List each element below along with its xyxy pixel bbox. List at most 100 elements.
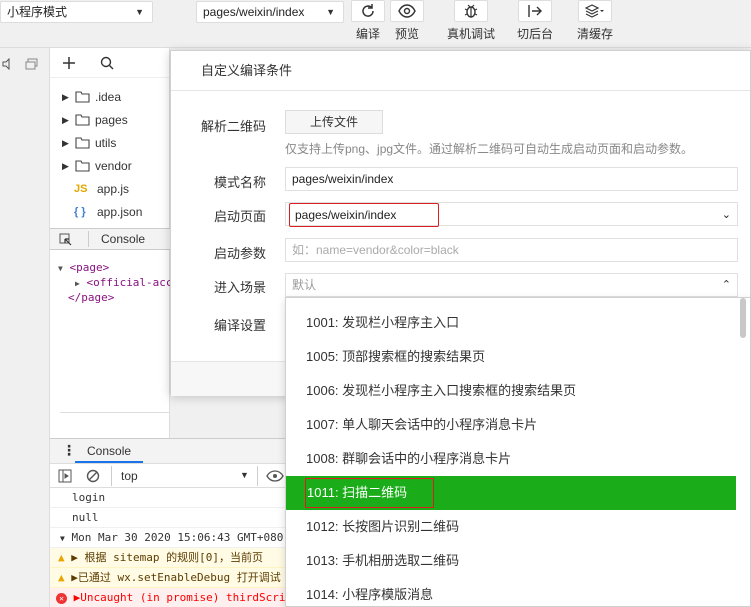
scene-label: 进入场景	[213, 280, 266, 295]
folder-icon	[75, 160, 90, 172]
chevron-right-icon: ▶	[62, 161, 69, 171]
folder-icon	[75, 91, 90, 103]
dropdown-scrollbar[interactable]	[740, 298, 746, 338]
error-icon: ✕	[56, 593, 67, 604]
qr-hint: 仅支持上传png、jpg文件。通过解析二维码可自动生成启动页面和启动参数。	[285, 142, 694, 156]
refresh-icon	[351, 0, 385, 22]
tree-item-label: .idea	[95, 90, 122, 104]
folder-icon	[75, 137, 90, 149]
dom-tag: <official-acc	[86, 276, 173, 289]
chevron-right-icon: ▶	[62, 138, 69, 148]
dom-tag: </page>	[68, 291, 115, 304]
sidebar-toggle-icon[interactable]	[58, 469, 72, 483]
devtools-window: 小程序模式 ▼ pages/weixin/index ▼ 编译 预览 真机调试	[0, 0, 751, 607]
divider	[60, 412, 170, 413]
plus-icon[interactable]	[62, 56, 76, 70]
inspect-icon[interactable]	[59, 233, 72, 246]
tree-item-label: vendor	[95, 159, 132, 173]
remote-debug-button[interactable]: 真机调试	[444, 0, 498, 48]
mode-select[interactable]: 小程序模式 ▼	[0, 1, 153, 23]
top-toolbar: 小程序模式 ▼ pages/weixin/index ▼ 编译 预览 真机调试	[0, 0, 751, 48]
eye-icon	[390, 0, 424, 22]
tab-console[interactable]: Console	[101, 232, 145, 246]
chevron-down-icon: ▼	[135, 7, 144, 17]
bug-icon	[454, 0, 488, 22]
background-label: 切后台	[516, 27, 553, 41]
tree-item-label: app.js	[97, 182, 130, 196]
divider	[111, 466, 112, 486]
scene-select[interactable]: 默认 ⌃	[285, 273, 738, 297]
scene-option[interactable]: 1005: 顶部搜索框的搜索结果页	[286, 340, 736, 374]
console-text: ▶已通过 wx.setEnableDebug 打开调试	[71, 571, 281, 584]
compile-label: 编译	[355, 27, 380, 41]
window-icon[interactable]	[25, 58, 38, 70]
mode-select-value: 小程序模式	[7, 5, 68, 19]
start-params-label: 启动参数	[213, 246, 266, 261]
preview-button[interactable]: 预览	[387, 0, 427, 48]
speaker-icon[interactable]	[2, 58, 14, 70]
scene-option[interactable]: 1012: 长按图片识别二维码	[286, 510, 736, 544]
dom-node[interactable]: ▶ <official-acc	[75, 276, 173, 289]
clear-console-icon[interactable]	[86, 469, 100, 483]
chevron-right-icon: ▶	[62, 92, 69, 102]
switch-background-icon	[518, 0, 552, 22]
scene-option[interactable]: 1013: 手机相册选取二维码	[286, 544, 736, 578]
mode-name-label: 模式名称	[213, 175, 266, 190]
search-icon[interactable]	[100, 56, 114, 70]
scene-dropdown: 1001: 发现栏小程序主入口 1005: 顶部搜索框的搜索结果页 1006: …	[285, 297, 751, 607]
scene-option-selected[interactable]: 1011: 扫描二维码	[286, 476, 736, 510]
tree-item-label: utils	[95, 136, 117, 150]
tab-console[interactable]: Console	[75, 439, 144, 463]
start-page-label: 启动页面	[213, 209, 266, 224]
qr-label: 解析二维码	[200, 119, 266, 134]
dom-tag: <page>	[69, 261, 110, 274]
scene-option-label: 1011: 扫描二维码	[305, 478, 434, 508]
chevron-down-icon: ⌄	[721, 209, 731, 221]
dom-node[interactable]: ▼ <page>	[58, 261, 109, 274]
chevron-right-icon: ▶	[75, 279, 80, 288]
console-text: ▶ 根据 sitemap 的规则[0]，当前页	[71, 551, 263, 564]
scene-option[interactable]: 1007: 单人聊天会话中的小程序消息卡片	[286, 408, 736, 442]
warning-icon: ▲	[58, 571, 65, 584]
upload-file-button[interactable]: 上传文件	[285, 110, 383, 134]
compile-settings-label: 编译设置	[213, 318, 266, 333]
dom-node[interactable]: </page>	[68, 291, 114, 304]
eye-icon[interactable]	[266, 470, 284, 482]
tree-header	[50, 48, 169, 78]
chevron-down-icon[interactable]: ▼	[240, 470, 249, 480]
remote-debug-label: 真机调试	[446, 27, 495, 41]
scene-option[interactable]: 1008: 群聊会话中的小程序消息卡片	[286, 442, 736, 476]
chevron-down-icon: ▼	[60, 534, 65, 543]
clear-cache-button[interactable]: 清缓存	[573, 0, 617, 48]
tree-item-label: app.json	[97, 205, 143, 219]
json-file-icon: { }	[74, 206, 86, 218]
console-text: login	[72, 491, 106, 504]
scene-option[interactable]: 1014: 小程序模版消息	[286, 578, 736, 606]
start-params-input[interactable]: 如：name=vendor&color=black	[285, 238, 738, 262]
warning-icon: ▲	[58, 551, 65, 564]
page-select-value: pages/weixin/index	[203, 5, 305, 19]
chevron-right-icon: ▶	[62, 115, 69, 125]
clear-cache-label: 清缓存	[576, 27, 613, 41]
file-tree: ▶ .idea ▶ pages ▶ utils ▶ vendor JS app.…	[50, 48, 170, 228]
mode-name-input[interactable]: pages/weixin/index	[285, 167, 738, 191]
compile-button[interactable]: 编译	[348, 0, 388, 48]
start-page-value: pages/weixin/index	[289, 203, 439, 227]
context-select[interactable]: top	[121, 469, 138, 483]
simulator-sidebar	[0, 48, 50, 607]
console-text: Mon Mar 30 2020 15:06:43 GMT+080	[71, 531, 284, 544]
more-vertical-icon[interactable]: ⋮	[62, 442, 76, 459]
elements-panel: ▼ <page> ▶ <official-acc </page>	[50, 250, 173, 438]
scene-option[interactable]: 1006: 发现栏小程序主入口搜索框的搜索结果页	[286, 374, 736, 408]
divider	[88, 231, 89, 247]
scene-select-value: 默认	[292, 278, 317, 292]
chevron-down-icon: ▼	[58, 264, 63, 273]
divider	[257, 466, 258, 486]
folder-icon	[75, 114, 90, 126]
dialog-title: 自定义编译条件	[171, 51, 750, 91]
scene-option[interactable]: 1001: 发现栏小程序主入口	[286, 306, 736, 340]
page-select[interactable]: pages/weixin/index ▼	[196, 1, 344, 23]
tree-item-label: pages	[95, 113, 128, 127]
chevron-up-icon: ⌃	[721, 279, 731, 291]
background-button[interactable]: 切后台	[514, 0, 556, 48]
